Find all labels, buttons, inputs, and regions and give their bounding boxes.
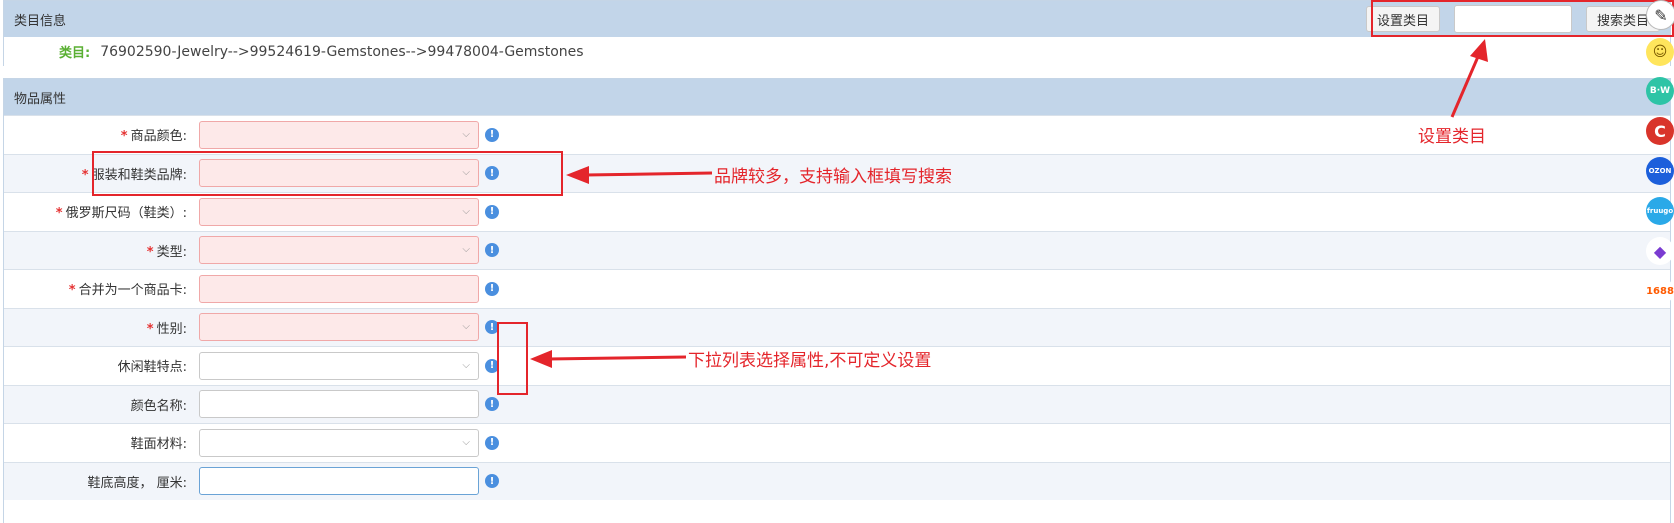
- attribute-label: * 商品颜色:: [4, 125, 199, 144]
- bw-icon[interactable]: B·W: [1646, 77, 1674, 105]
- attribute-label-text: 商品颜色:: [130, 129, 187, 145]
- attribute-select[interactable]: ⌵: [199, 120, 479, 149]
- info-icon[interactable]: !: [485, 204, 499, 219]
- attribute-input[interactable]: [199, 390, 479, 419]
- attribute-label-text: 类型:: [156, 244, 187, 260]
- attribute-row: * 类型: ⌵!: [4, 230, 1670, 269]
- attribute-select[interactable]: ⌵: [199, 236, 479, 265]
- attribute-label: * 性别:: [4, 318, 199, 337]
- attribute-select[interactable]: ⌵: [199, 351, 479, 380]
- info-icon[interactable]: !: [485, 281, 499, 296]
- chevron-down-icon[interactable]: ⌵: [462, 206, 470, 217]
- attribute-label-text: 性别:: [156, 321, 187, 337]
- item-attributes-header: 物品属性: [4, 79, 1670, 115]
- info-icon[interactable]: !: [485, 127, 499, 142]
- ozon-icon[interactable]: OZON: [1646, 157, 1674, 185]
- pin-icon[interactable]: ✎: [1646, 0, 1674, 30]
- dropdown-chevron-highlight: [497, 322, 528, 395]
- attribute-row: * 合并为一个商品卡:!: [4, 269, 1670, 308]
- attribute-row: 颜色名称:!: [4, 384, 1670, 423]
- 1688-icon[interactable]: 1688: [1646, 277, 1674, 305]
- attribute-label: * 类型:: [4, 241, 199, 260]
- attribute-label-text: 鞋面材料:: [130, 437, 187, 453]
- required-star: *: [146, 244, 154, 260]
- attribute-label-text: 俄罗斯尺码（鞋类）:: [65, 206, 187, 222]
- attribute-input[interactable]: [199, 467, 479, 496]
- brand-search-annotation: 品牌较多，支持输入框填写搜索: [714, 167, 952, 187]
- c-icon[interactable]: C: [1646, 117, 1674, 145]
- attribute-row: * 性别: ⌵!: [4, 307, 1670, 346]
- attribute-row: * 俄罗斯尺码（鞋类）: ⌵!: [4, 192, 1670, 231]
- attribute-select[interactable]: ⌵: [199, 197, 479, 226]
- attribute-row: 鞋面材料: ⌵!: [4, 423, 1670, 462]
- required-star: *: [120, 129, 128, 145]
- brand-field-highlight: [92, 151, 563, 196]
- info-icon[interactable]: !: [485, 474, 499, 489]
- attribute-label-text: 颜色名称:: [130, 398, 187, 414]
- attribute-label: * 合并为一个商品卡:: [4, 279, 199, 298]
- info-icon[interactable]: !: [485, 435, 499, 450]
- set-category-annotation: 设置类目: [1418, 127, 1486, 147]
- info-icon[interactable]: !: [485, 397, 499, 412]
- chevron-down-icon[interactable]: ⌵: [462, 129, 470, 140]
- attribute-label: 颜色名称:: [4, 395, 199, 414]
- fruugo-icon[interactable]: fruugo: [1646, 197, 1674, 225]
- attribute-select[interactable]: ⌵: [199, 313, 479, 342]
- required-star: *: [146, 321, 154, 337]
- category-path-row: 类目: 76902590-Jewelry-->99524619-Gemstone…: [4, 37, 1670, 66]
- chevron-down-icon[interactable]: ⌵: [462, 437, 470, 448]
- attribute-label-text: 休闲鞋特点:: [117, 360, 187, 376]
- chevron-down-icon[interactable]: ⌵: [462, 360, 470, 371]
- chevron-down-icon[interactable]: ⌵: [462, 244, 470, 255]
- attribute-label: 鞋面材料:: [4, 433, 199, 452]
- attribute-select[interactable]: ⌵: [199, 428, 479, 457]
- info-icon[interactable]: !: [485, 243, 499, 258]
- category-label: 类目:: [59, 46, 91, 61]
- attribute-label: 休闲鞋特点:: [4, 356, 199, 375]
- attribute-label: 鞋底高度， 厘米:: [4, 472, 199, 491]
- dropdown-annotation: 下拉列表选择属性,不可定义设置: [688, 351, 932, 371]
- attribute-label: * 俄罗斯尺码（鞋类）:: [4, 202, 199, 221]
- attribute-row: 鞋底高度， 厘米:!: [4, 461, 1670, 500]
- category-info-title: 类目信息: [14, 13, 67, 29]
- diamond-icon[interactable]: ◆: [1646, 237, 1674, 265]
- set-category-highlight: [1371, 0, 1674, 37]
- required-star: *: [55, 206, 63, 222]
- smile-icon[interactable]: ☺: [1646, 38, 1674, 66]
- required-star: *: [81, 167, 89, 183]
- attribute-label-text: 鞋底高度， 厘米:: [87, 475, 187, 491]
- chevron-down-icon[interactable]: ⌵: [462, 321, 470, 332]
- attribute-input[interactable]: [199, 274, 479, 303]
- required-star: *: [68, 283, 76, 299]
- attribute-label-text: 合并为一个商品卡:: [78, 283, 187, 299]
- category-path: 76902590-Jewelry-->99524619-Gemstones-->…: [100, 43, 584, 60]
- item-attributes-title: 物品属性: [14, 91, 67, 107]
